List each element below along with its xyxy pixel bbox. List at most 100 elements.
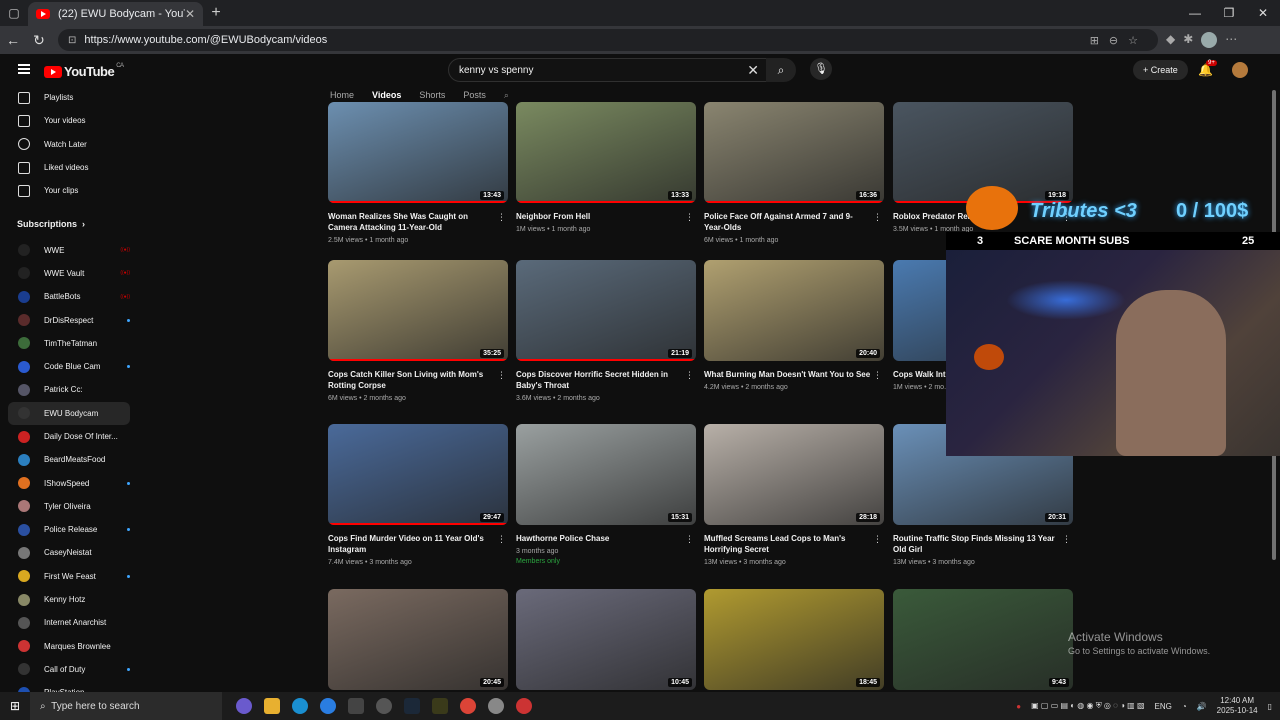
video-thumbnail[interactable]: 10:45 [516, 589, 696, 690]
video-thumbnail[interactable]: 20:40 [704, 260, 884, 361]
more-actions-icon[interactable]: ⋮ [685, 370, 694, 381]
site-info-icon[interactable]: ⊡ [68, 35, 76, 46]
more-actions-icon[interactable]: ⋮ [497, 212, 506, 223]
browser-tab[interactable]: (22) EWU Bodycam - YouTube ✕ [28, 2, 203, 26]
video-card[interactable]: 20:40 What Burning Man Doesn't Want You t… [704, 260, 884, 391]
video-thumbnail[interactable]: 28:18 [704, 424, 884, 525]
sidebar-sub-item[interactable]: Police Release [8, 518, 130, 541]
sidebar-sub-item[interactable]: BeardMeatsFood [8, 448, 130, 471]
channel-search-icon[interactable]: ⌕ [504, 90, 509, 101]
sidebar-sub-item[interactable]: TimTheTatman [8, 332, 130, 355]
address-actions-icons[interactable]: ⊞⊖☆ [1090, 34, 1148, 47]
more-actions-icon[interactable]: ⋮ [497, 534, 506, 545]
video-thumbnail[interactable]: 21:19 [516, 260, 696, 361]
sidebar-sub-item[interactable]: Tyler Oliveira [8, 495, 130, 518]
sidebar-item-liked-videos[interactable]: Liked videos [8, 156, 130, 179]
video-thumbnail[interactable]: 18:45 [704, 589, 884, 690]
more-actions-icon[interactable]: ⋮ [1062, 534, 1071, 545]
sidebar-item-your-videos[interactable]: Your videos [8, 109, 130, 132]
video-card[interactable]: 13:33 Neighbor From Hell ⋮ 1M views • 1 mon… [516, 102, 696, 233]
volume-icon[interactable]: 🔊 [1197, 702, 1207, 711]
video-title[interactable]: Cops Catch Killer Son Living with Mom's … [328, 369, 496, 391]
sidebar-sub-item[interactable]: CaseyNeistat [8, 541, 130, 564]
sidebar-sub-item[interactable]: BattleBots ((●)) [8, 285, 130, 308]
search-input[interactable]: kenny vs spenny ✕ [448, 58, 770, 82]
video-card[interactable]: 28:18 Muffled Screams Lead Cops to Man's … [704, 424, 884, 566]
video-card[interactable]: 21:19 Cops Discover Horrific Secret Hidde… [516, 260, 696, 402]
settings-icon[interactable] [376, 698, 392, 714]
video-title[interactable]: Woman Realizes She Was Caught on Camera … [328, 211, 496, 233]
browser-menu-icon[interactable]: ⋯ [1225, 32, 1237, 48]
sidebar-sub-item[interactable]: PlayStation [8, 681, 130, 692]
chrome-icon[interactable] [460, 698, 476, 714]
language-indicator[interactable]: ENG [1155, 702, 1172, 711]
sidebar-sub-item[interactable]: Call of Duty [8, 658, 130, 681]
video-thumbnail[interactable]: 16:36 [704, 102, 884, 203]
video-card[interactable]: 20:45 [328, 589, 508, 690]
video-title[interactable]: Muffled Screams Lead Cops to Man's Horri… [704, 533, 872, 555]
copilot-icon[interactable] [236, 698, 252, 714]
video-card[interactable]: 10:45 [516, 589, 696, 690]
video-thumbnail[interactable]: 13:33 [516, 102, 696, 203]
start-button[interactable]: ⊞ [0, 699, 30, 713]
video-thumbnail[interactable]: 35:25 [328, 260, 508, 361]
video-card[interactable]: 13:43 Woman Realizes She Was Caught on Ca… [328, 102, 508, 244]
taskbar-search[interactable]: ⌕ Type here to search [30, 692, 222, 720]
video-card[interactable]: 29:47 Cops Find Murder Video on 11 Year O… [328, 424, 508, 566]
sidebar-item-playlists[interactable]: Playlists [8, 86, 130, 109]
sidebar-sub-item[interactable]: First We Feast [8, 565, 130, 588]
back-button[interactable]: ← [0, 32, 26, 48]
create-button[interactable]: + Create [1133, 60, 1188, 80]
sidebar-sub-item[interactable]: IShowSpeed [8, 471, 130, 494]
browser-icon[interactable] [320, 698, 336, 714]
video-card[interactable]: 9:43 [893, 589, 1073, 690]
youtube-logo[interactable]: YouTube CA [44, 63, 124, 79]
video-card[interactable]: 18:45 [704, 589, 884, 690]
more-actions-icon[interactable]: ⋮ [873, 370, 882, 381]
video-title[interactable]: Hawthorne Police Chase [516, 533, 684, 544]
minimize-button[interactable]: — [1178, 6, 1212, 20]
sidebar-sub-item[interactable]: Marques Brownlee [8, 635, 130, 658]
video-thumbnail[interactable]: 15:31 [516, 424, 696, 525]
video-title[interactable]: Cops Discover Horrific Secret Hidden in … [516, 369, 684, 391]
video-card[interactable]: 35:25 Cops Catch Killer Son Living with M… [328, 260, 508, 402]
url-field[interactable]: ⊡ https://www.youtube.com/@EWUBodycam/vi… [58, 29, 1158, 51]
sidebar-sub-item[interactable]: Kenny Hotz [8, 588, 130, 611]
voice-search-icon[interactable]: 🎙 [810, 58, 832, 80]
tab-shorts[interactable]: Shorts [419, 90, 445, 101]
network-icon[interactable]: ◔ [1182, 702, 1187, 711]
sidebar-item-watch-later[interactable]: Watch Later [8, 133, 130, 156]
close-window-button[interactable]: ✕ [1246, 6, 1280, 20]
video-title[interactable]: Police Face Off Against Armed 7 and 9-Ye… [704, 211, 872, 233]
video-title[interactable]: What Burning Man Doesn't Want You to See [704, 369, 872, 380]
obs-icon[interactable] [516, 698, 532, 714]
subscriptions-header[interactable]: Subscriptions › [0, 210, 140, 238]
sidebar-item-your-clips[interactable]: Your clips [8, 179, 130, 202]
close-tab-icon[interactable]: ✕ [185, 7, 195, 21]
window-menu-icon[interactable]: ▢ [0, 0, 28, 26]
sidebar-sub-item[interactable]: Internet Anarchist [8, 611, 130, 634]
account-avatar[interactable] [1232, 62, 1248, 78]
app-icon[interactable] [348, 698, 364, 714]
video-title[interactable]: Cops Find Murder Video on 11 Year Old's … [328, 533, 496, 555]
clock[interactable]: 12:40 AM 2025-10-14 [1217, 696, 1258, 716]
more-actions-icon[interactable]: ⋮ [873, 534, 882, 545]
more-actions-icon[interactable]: ⋮ [685, 534, 694, 545]
sidebar-sub-item[interactable]: Patrick Cc: [8, 378, 130, 401]
edge-icon[interactable] [292, 698, 308, 714]
extension-icon[interactable]: ◆ [1166, 32, 1175, 48]
app2-icon[interactable] [488, 698, 504, 714]
menu-icon[interactable] [18, 64, 30, 74]
video-thumbnail[interactable]: 9:43 [893, 589, 1073, 690]
reload-button[interactable]: ↻ [26, 32, 52, 49]
notifications-center-icon[interactable]: ▯ [1268, 702, 1272, 711]
new-tab-button[interactable]: + [203, 4, 229, 22]
extensions-icon[interactable]: ✱ [1183, 32, 1193, 48]
profile-avatar-icon[interactable] [1201, 32, 1218, 48]
video-title[interactable]: Neighbor From Hell [516, 211, 684, 222]
tab-videos[interactable]: Videos [372, 90, 401, 101]
sidebar-sub-item[interactable]: Daily Dose Of Inter... [8, 425, 130, 448]
sidebar-sub-item[interactable]: WWE Vault ((●)) [8, 262, 130, 285]
video-title[interactable]: Routine Traffic Stop Finds Missing 13 Ye… [893, 533, 1061, 555]
tab-home[interactable]: Home [330, 90, 354, 101]
